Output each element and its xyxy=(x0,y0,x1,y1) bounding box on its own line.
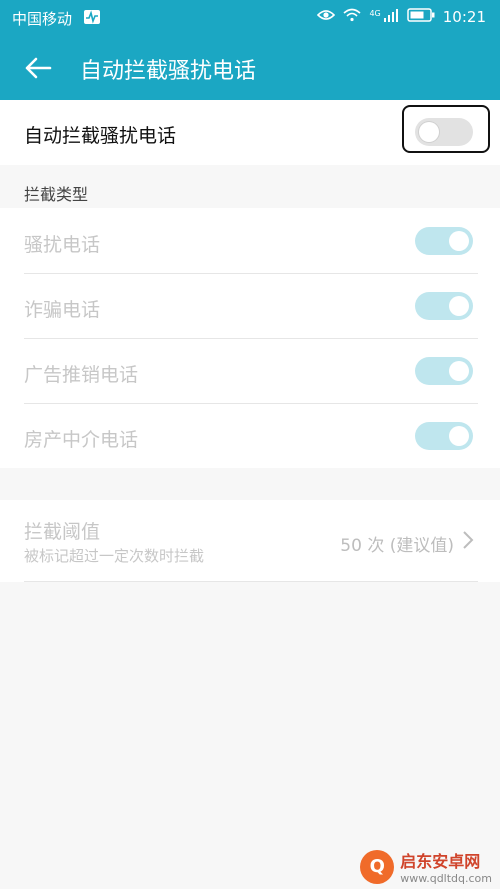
type-row-harassment[interactable]: 骚扰电话 xyxy=(0,208,500,273)
switch-knob xyxy=(449,296,469,316)
network-type-label: 4G xyxy=(369,8,381,18)
signal-icon xyxy=(383,8,399,26)
type-toggle-switch[interactable] xyxy=(415,227,473,255)
activity-icon xyxy=(84,10,100,28)
type-toggle-switch[interactable] xyxy=(415,292,473,320)
back-arrow-icon xyxy=(25,57,52,79)
switch-knob xyxy=(449,361,469,381)
type-label: 广告推销电话 xyxy=(24,364,139,386)
status-icons: 4G 10:21 xyxy=(317,8,486,26)
type-toggle-switch[interactable] xyxy=(415,422,473,450)
threshold-title: 拦截阈值 xyxy=(24,521,101,543)
divider xyxy=(24,581,478,582)
watermark-brand: 启东安卓网 xyxy=(400,852,481,871)
clock: 10:21 xyxy=(442,8,486,26)
battery-icon xyxy=(407,8,435,26)
page-title: 自动拦截骚扰电话 xyxy=(80,59,257,84)
type-label: 诈骗电话 xyxy=(24,299,101,321)
switch-knob xyxy=(449,231,469,251)
status-bar: 中国移动 4G 10:21 xyxy=(0,0,500,36)
chevron-right-icon xyxy=(462,530,474,554)
app-bar: 自动拦截骚扰电话 xyxy=(0,36,500,100)
switch-knob xyxy=(449,426,469,446)
section-title: 拦截类型 xyxy=(24,185,89,204)
threshold-row[interactable]: 拦截阈值 被标记超过一定次数时拦截 50 次 (建议值) xyxy=(0,500,500,582)
threshold-value: 50 次 (建议值) xyxy=(340,536,454,556)
carrier-label: 中国移动 xyxy=(12,10,73,28)
threshold-subtitle: 被标记超过一定次数时拦截 xyxy=(24,547,205,565)
type-row-advertising[interactable]: 广告推销电话 xyxy=(0,338,500,403)
type-label: 房产中介电话 xyxy=(24,429,139,451)
watermark-logo-icon: Q xyxy=(360,849,395,884)
focus-highlight-box xyxy=(402,105,490,153)
master-toggle-label: 自动拦截骚扰电话 xyxy=(24,125,177,147)
wifi-icon xyxy=(343,8,361,26)
intercept-types-card: 骚扰电话 诈骗电话 广告推销电话 房产中介电话 xyxy=(0,208,500,468)
watermark-url: www.qdltdq.com xyxy=(400,872,492,885)
watermark-text: 启东安卓网 www.qdltdq.com xyxy=(400,848,492,885)
watermark: Q 启东安卓网 www.qdltdq.com xyxy=(360,848,492,885)
type-toggle-switch[interactable] xyxy=(415,357,473,385)
type-row-real-estate[interactable]: 房产中介电话 xyxy=(0,403,500,468)
back-button[interactable] xyxy=(20,50,56,86)
eye-icon xyxy=(317,8,336,26)
type-row-fraud[interactable]: 诈骗电话 xyxy=(0,273,500,338)
type-label: 骚扰电话 xyxy=(24,234,101,256)
